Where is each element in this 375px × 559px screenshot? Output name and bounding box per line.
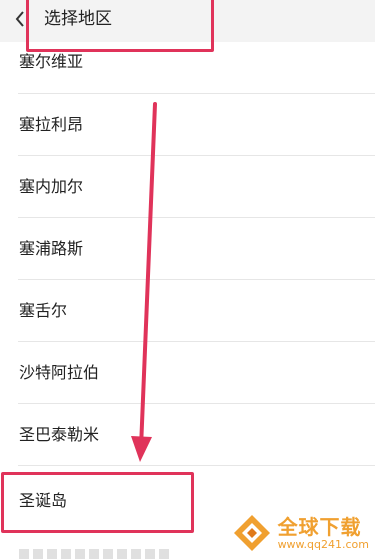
chevron-left-icon — [15, 11, 24, 27]
list-item-region[interactable]: 塞浦路斯 — [0, 218, 375, 280]
list-item-region[interactable]: 沙特阿拉伯 — [0, 342, 375, 404]
list-item-region[interactable]: 圣巴泰勒米 — [0, 404, 375, 466]
region-label: 塞内加尔 — [19, 177, 84, 196]
region-label: 沙特阿拉伯 — [19, 363, 100, 382]
highlight-box-title — [26, 0, 214, 52]
list-item-region[interactable]: 塞内加尔 — [0, 156, 375, 218]
next-list-item-peek — [19, 549, 169, 559]
region-label: 圣巴泰勒米 — [19, 425, 100, 444]
list-item-region[interactable]: 塞拉利昂 — [0, 94, 375, 156]
watermark-title: 全球下载 — [277, 514, 362, 539]
region-label: 塞拉利昂 — [19, 115, 84, 134]
region-label: 塞舌尔 — [19, 301, 68, 320]
watermark: 全球下载 www.qq241.com — [232, 513, 369, 553]
list-item-region[interactable]: 塞舌尔 — [0, 280, 375, 342]
watermark-logo-icon — [233, 515, 270, 551]
region-label: 塞浦路斯 — [19, 239, 84, 258]
highlight-box-item — [1, 472, 194, 533]
region-select-screen: 选择地区 塞尔维亚 塞拉利昂 塞内加尔 塞浦路斯 塞舌尔 沙特阿拉伯 圣巴泰勒米… — [0, 0, 375, 559]
watermark-url: www.qq241.com — [277, 537, 369, 551]
region-label: 塞尔维亚 — [19, 52, 84, 71]
